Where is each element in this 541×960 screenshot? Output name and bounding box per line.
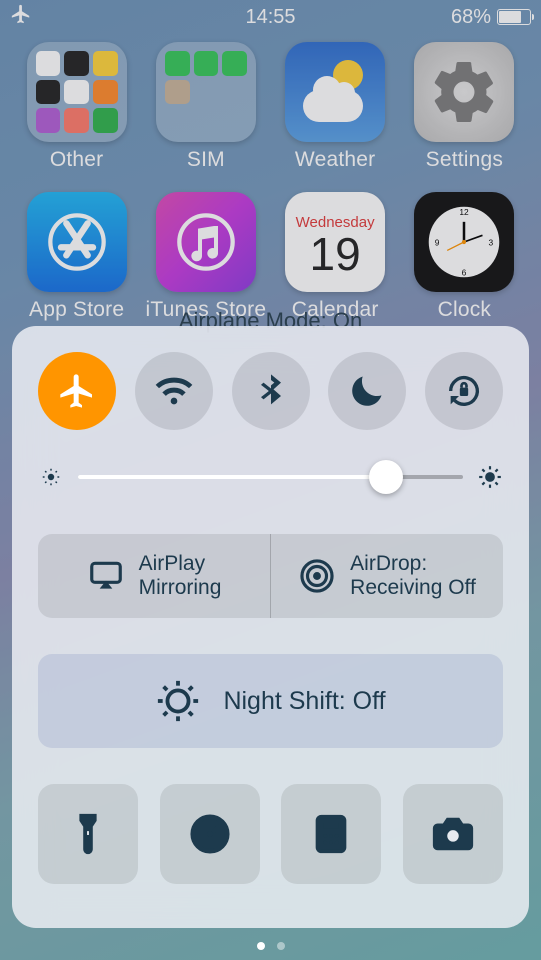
camera-button[interactable] [403, 784, 503, 884]
airdrop-label-1: AirDrop: [350, 552, 476, 576]
page-dot-0[interactable] [257, 942, 265, 950]
timer-button[interactable] [160, 784, 260, 884]
orientation-lock-toggle[interactable] [425, 352, 503, 430]
night-shift-label: Night Shift: Off [223, 687, 385, 716]
brightness-high-icon [477, 464, 503, 490]
brightness-track[interactable] [78, 475, 463, 479]
airplay-label-1: AirPlay [139, 552, 222, 576]
cc-page-dots[interactable] [257, 942, 285, 950]
bluetooth-toggle[interactable] [232, 352, 310, 430]
dnd-toggle[interactable] [328, 352, 406, 430]
brightness-slider[interactable] [38, 464, 503, 490]
quick-row [38, 784, 503, 884]
page-dot-1[interactable] [277, 942, 285, 950]
wifi-toggle[interactable] [135, 352, 213, 430]
calculator-button[interactable] [281, 784, 381, 884]
airplay-button[interactable]: AirPlay Mirroring [38, 534, 270, 618]
airplane-toggle[interactable] [38, 352, 116, 430]
airplay-label-2: Mirroring [139, 576, 222, 600]
flashlight-button[interactable] [38, 784, 138, 884]
night-shift-button[interactable]: Night Shift: Off [38, 654, 503, 748]
brightness-low-icon [38, 464, 64, 490]
airdrop-button[interactable]: AirDrop: Receiving Off [270, 534, 503, 618]
toggle-row [38, 352, 503, 430]
brightness-thumb[interactable] [369, 460, 403, 494]
airdrop-label-2: Receiving Off [350, 576, 476, 600]
control-center: AirPlay Mirroring AirDrop: Receiving Off… [12, 326, 529, 928]
airplay-airdrop-row: AirPlay Mirroring AirDrop: Receiving Off [38, 534, 503, 618]
